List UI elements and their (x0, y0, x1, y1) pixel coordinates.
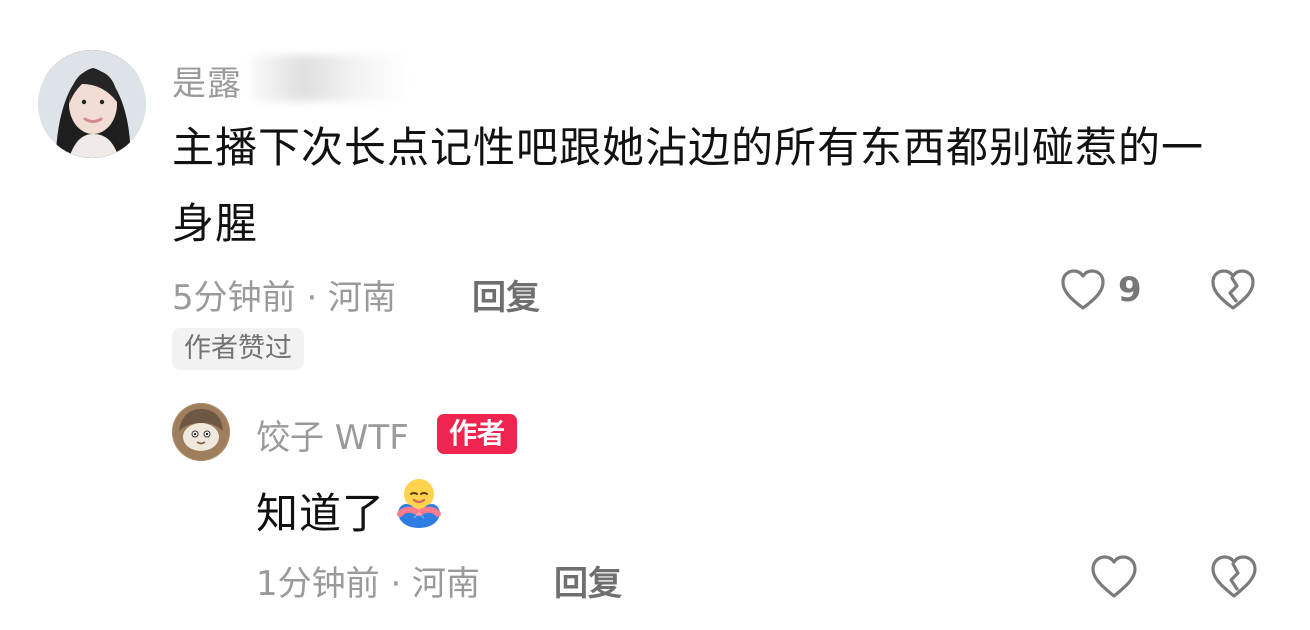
hug-emoji (390, 474, 448, 532)
comment-username[interactable]: 是露 (172, 56, 242, 105)
reply-text: 知道了 (256, 489, 386, 538)
reply-meta: 1分钟前 · 河南 (256, 564, 481, 604)
comment-text: 主播下次长点记性吧跟她沾边的所有东西都别碰惹的一身腥 (172, 123, 1205, 248)
like-button[interactable] (1058, 266, 1108, 316)
blurred-username-segment (250, 55, 410, 101)
reply-button-secondary[interactable]: 回复 (554, 556, 622, 605)
like-count: 9 (1118, 270, 1142, 310)
heart-icon (1091, 555, 1137, 598)
heart-icon (1061, 269, 1105, 310)
reply-username[interactable]: 饺子 WTF (256, 410, 409, 459)
avatar-icon (172, 403, 230, 461)
reply-avatar[interactable] (172, 403, 230, 461)
hug-icon (397, 479, 441, 528)
broken-heart-icon (1211, 555, 1257, 598)
dislike-button[interactable] (1208, 266, 1258, 316)
comment-avatar[interactable] (38, 50, 146, 158)
author-badge: 作者 (437, 414, 518, 454)
author-liked-badge: 作者赞过 (172, 328, 304, 370)
comment-thread: 是露 主播下次长点记性吧跟她沾边的所有东西都别碰惹的一身腥 5分钟前 · 河南 … (0, 0, 1310, 630)
reply-button[interactable]: 回复 (472, 270, 540, 319)
reply-like-button[interactable] (1088, 552, 1140, 604)
reply-dislike-button[interactable] (1208, 552, 1260, 604)
comment-meta: 5分钟前 · 河南 (172, 278, 397, 318)
broken-heart-icon (1211, 269, 1255, 310)
avatar-icon (38, 50, 146, 158)
